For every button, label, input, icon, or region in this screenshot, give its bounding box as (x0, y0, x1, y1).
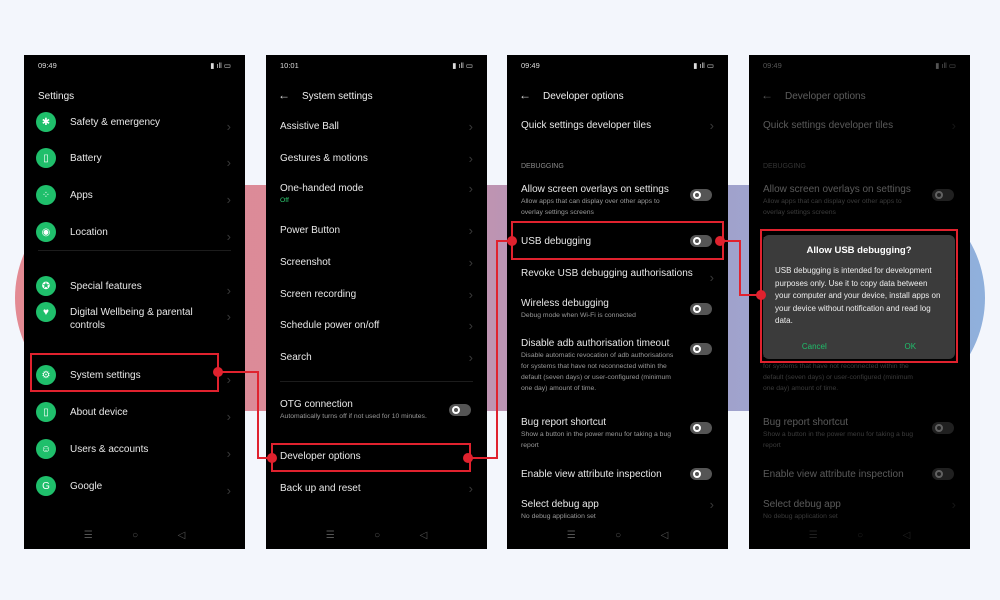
connector-1 (218, 371, 272, 459)
highlight-usb-debugging (511, 221, 724, 260)
highlight-developer-options (271, 443, 471, 472)
connector-2 (468, 240, 512, 459)
highlight-dialog (760, 229, 958, 363)
connector-3 (720, 240, 761, 296)
highlight-system-settings (30, 353, 219, 392)
step-connectors (30, 221, 958, 472)
